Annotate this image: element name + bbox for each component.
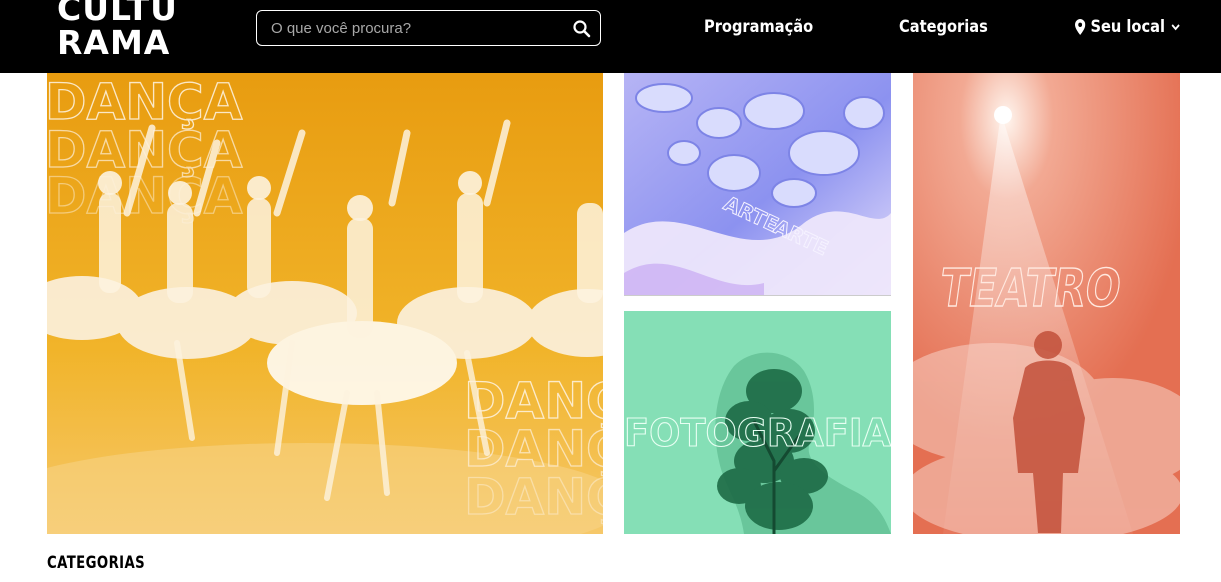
- category-tile-fotografia[interactable]: FOTOGRAFIA: [624, 311, 891, 534]
- svg-text:FOTOGRAFIA: FOTOGRAFIA: [624, 411, 891, 455]
- top-header: CULTU RAMA Programação Categorias Seu lo…: [0, 0, 1221, 73]
- logo-line-2: RAMA: [57, 23, 171, 62]
- nav-categorias[interactable]: Categorias: [899, 17, 988, 37]
- svg-text:DANÇA: DANÇA: [464, 468, 603, 526]
- category-tile-teatro[interactable]: TEATRO: [913, 73, 1180, 534]
- category-tile-danca[interactable]: DANÇA DANÇA DANÇA DANÇA DANÇA DANÇA: [47, 73, 603, 534]
- svg-text:TEATRO: TEATRO: [936, 259, 1124, 319]
- teatro-image: TEATRO: [913, 73, 1180, 534]
- nav-seu-local-label: Seu local: [1090, 17, 1166, 37]
- chevron-down-icon: [1170, 22, 1180, 32]
- svg-text:DANÇA: DANÇA: [47, 167, 243, 225]
- search-input[interactable]: [271, 18, 561, 38]
- arte-image: ARTE ARTE: [624, 73, 891, 295]
- search-box: [256, 10, 601, 46]
- danca-image: DANÇA DANÇA DANÇA DANÇA DANÇA DANÇA: [47, 73, 603, 534]
- location-pin-icon: [1075, 19, 1086, 35]
- categorias-section-title: CATEGORIAS: [47, 553, 146, 573]
- nav-programacao[interactable]: Programação: [704, 17, 813, 37]
- nav-seu-local[interactable]: Seu local: [1075, 17, 1181, 37]
- fotografia-image: FOTOGRAFIA: [624, 311, 891, 534]
- search-icon[interactable]: [572, 19, 592, 39]
- culturama-logo[interactable]: CULTU RAMA: [57, 0, 177, 70]
- category-tile-arte[interactable]: ARTE ARTE: [624, 73, 891, 296]
